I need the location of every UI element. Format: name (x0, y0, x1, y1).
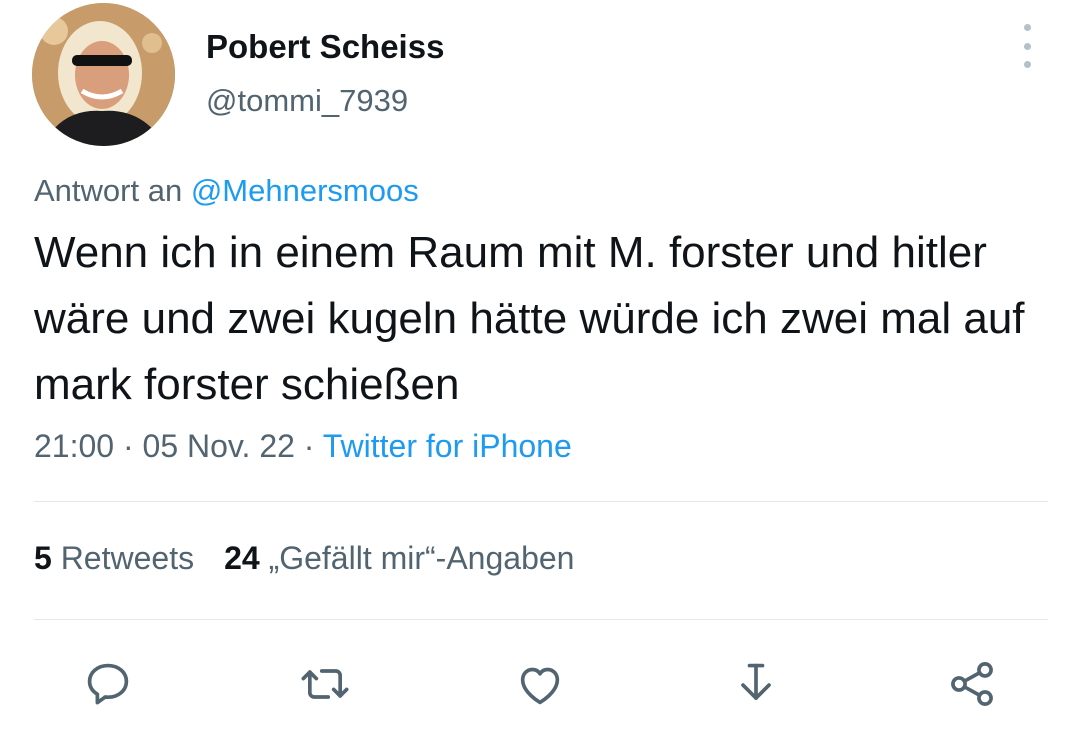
avatar[interactable] (32, 3, 175, 146)
retweets-stat[interactable]: 5 Retweets (34, 540, 194, 576)
like-icon (520, 667, 560, 705)
tweet-source-link[interactable]: Twitter for iPhone (323, 428, 572, 464)
retweets-count: 5 (34, 540, 52, 576)
retweet-icon (301, 669, 349, 699)
like-button[interactable] (508, 652, 572, 716)
meta-separator: · (303, 428, 315, 464)
reply-prefix: Antwort an (34, 173, 183, 208)
avatar-photo (32, 3, 175, 146)
more-dot-icon (1023, 24, 1031, 31)
tweet-time: 21:00 (34, 428, 115, 464)
reply-mention-link[interactable]: @Mehnersmoos (191, 173, 419, 208)
tweet-stats: 5 Retweets 24 „Gefällt mir“-Angaben (34, 540, 574, 577)
more-dot-icon (1023, 61, 1031, 68)
likes-stat[interactable]: 24 „Gefällt mir“-Angaben (224, 540, 574, 576)
user-handle[interactable]: @tommi_7939 (206, 83, 408, 119)
share-button[interactable] (940, 652, 1004, 716)
tweet-text: Wenn ich in einem Raum mit M. forster un… (34, 228, 1025, 409)
likes-count: 24 (224, 540, 260, 576)
more-dot-icon (1023, 42, 1031, 50)
retweet-button[interactable] (293, 652, 357, 716)
reply-icon (87, 663, 129, 705)
divider (34, 501, 1048, 502)
tweet-meta: 21:00 · 05 Nov. 22 · Twitter for iPhone (34, 428, 572, 465)
share-icon (951, 662, 993, 706)
retweets-label: Retweets (60, 540, 195, 576)
display-name[interactable]: Pobert Scheiss (206, 28, 444, 66)
reply-button[interactable] (76, 652, 140, 716)
meta-separator: · (122, 428, 134, 464)
action-bar (0, 652, 1080, 716)
divider (34, 619, 1048, 620)
download-button[interactable] (724, 652, 788, 716)
tweet-date[interactable]: 05 Nov. 22 (143, 428, 295, 464)
likes-label: „Gefällt mir“-Angaben (268, 540, 575, 576)
tweet-card: Pobert Scheiss @tommi_7939 Antwort an @M… (0, 0, 1080, 737)
more-options-button[interactable] (1012, 24, 1042, 68)
reply-context: Antwort an @Mehnersmoos (34, 173, 419, 209)
download-icon (741, 663, 771, 700)
